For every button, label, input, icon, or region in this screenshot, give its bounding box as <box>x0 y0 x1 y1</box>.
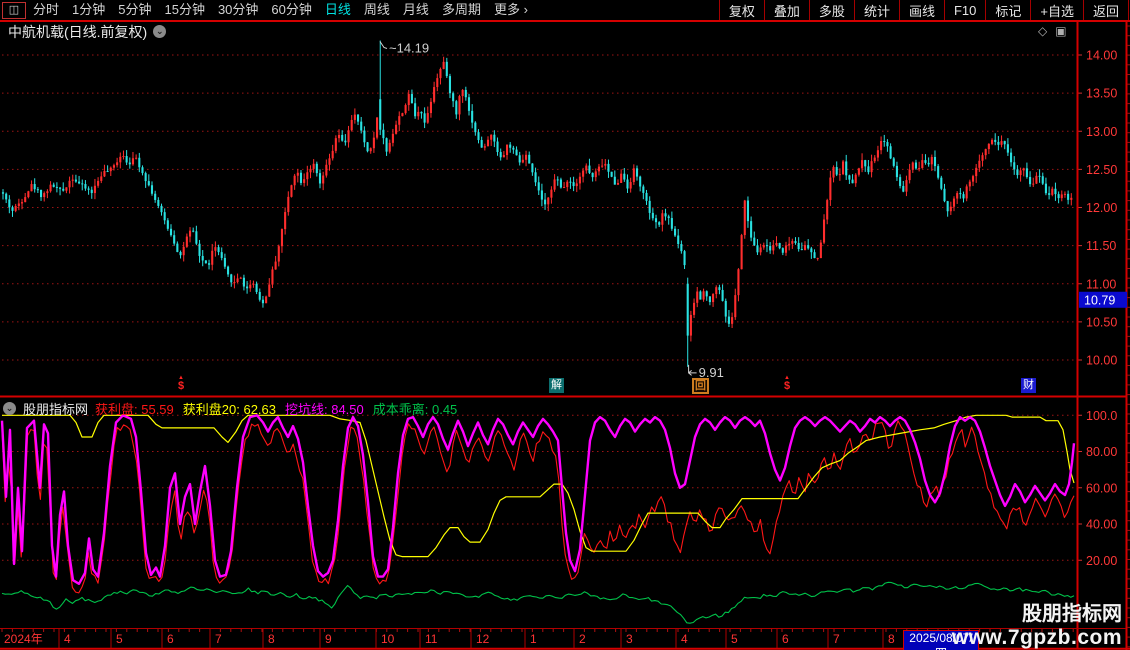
price-axis-label: 11.50 <box>1086 239 1116 253</box>
timeline-month-label: 5 <box>116 632 123 646</box>
indicator-axis-label: 20.00 <box>1086 554 1117 568</box>
indicator-value-2: 挖坑线: 84.50 <box>285 402 364 417</box>
indicator-axis-label: 100.0 <box>1086 409 1117 423</box>
chart-canvas: 14.00 13.50 13.00 12.50 12.00 11.50 11.00 10.50… <box>0 21 1130 650</box>
high-price-annotation: ~14.19 <box>389 41 429 56</box>
timeline-month-label: 2 <box>579 632 586 646</box>
indicator-value-0: 获利盘: 55.59 <box>95 402 174 417</box>
indicator-axis-label: 40.00 <box>1086 518 1117 532</box>
indicator-header: ⌄ 股朋指标网 获利盘: 55.59 获利盘20: 62.63 挖坑线: 84.50… <box>3 399 466 418</box>
timeline-month-label: 11 <box>425 632 438 646</box>
timeline-month-label: 4 <box>64 632 71 646</box>
indicator-collapse-icon[interactable]: ⌄ <box>3 402 16 415</box>
price-axis-label: 11.00 <box>1086 277 1116 291</box>
price-axis-label: 12.00 <box>1086 201 1117 215</box>
indicator-source-label: 股朋指标网 <box>23 402 89 417</box>
event-marker-jie[interactable]: 解 <box>549 378 564 393</box>
timeline-year-label: 2024年 <box>4 632 43 646</box>
timeline-month-label: 7 <box>215 632 222 646</box>
timeline-month-label: 7 <box>833 632 840 646</box>
price-axis-label: 10.00 <box>1086 354 1117 368</box>
indicator-values: 获利盘: 55.59 获利盘20: 62.63 挖坑线: 84.50 成本乖离: 0.… <box>95 399 466 418</box>
price-axis-label: 14.00 <box>1086 49 1117 63</box>
timeline-month-label: 5 <box>731 632 738 646</box>
timeline-month-label: 8 <box>268 632 275 646</box>
timeline-month-label: 10 <box>381 632 395 646</box>
timeline-month-label: 4 <box>681 632 688 646</box>
timeline-month-label: 8 <box>888 632 895 646</box>
event-marker-dollar[interactable]: ▲ $ <box>175 375 187 392</box>
candles-layer <box>1 40 1073 367</box>
indicator-line-2 <box>0 414 1076 585</box>
indicator-axis-label: 60.00 <box>1086 481 1117 495</box>
timeline-month-label: 9 <box>325 632 332 646</box>
price-axis-label: 10.50 <box>1086 315 1117 329</box>
timeline-month-label: 3 <box>626 632 633 646</box>
indicator-line-3 <box>1 581 1075 624</box>
price-axis-label: 13.00 <box>1086 125 1117 139</box>
indicator-line-0 <box>1 420 1075 594</box>
watermark-site-name: 股朋指标网 <box>1022 603 1122 625</box>
price-axis-label: 13.50 <box>1086 87 1117 101</box>
indicator-value-1: 获利盘20: 62.63 <box>182 402 276 417</box>
watermark-url: www.7gpzb.com <box>951 626 1122 649</box>
timeline-month-label: 1 <box>530 632 537 646</box>
event-marker-cai[interactable]: 财 <box>1021 378 1036 393</box>
indicator-value-3: 成本乖离: 0.45 <box>372 402 458 417</box>
price-axis-label: 12.50 <box>1086 163 1117 177</box>
timeline-month-label: 6 <box>167 632 174 646</box>
event-marker-hui[interactable]: 回 <box>692 378 709 394</box>
current-price-tag-label: 10.79 <box>1084 293 1115 307</box>
event-marker-dollar[interactable]: ▲ $ <box>781 375 793 392</box>
indicator-axis-label: 80.00 <box>1086 445 1117 459</box>
app-window: ◫ 分时 1分钟 5分钟 15分钟 30分钟 60分钟 日线 周线 月线 多周期 更多 › 复权 叠加… <box>0 0 1130 650</box>
timeline-month-label: 6 <box>782 632 789 646</box>
watermark: 股朋指标网 www.7gpzb.com <box>952 603 1122 649</box>
timeline-month-label: 12 <box>476 632 490 646</box>
